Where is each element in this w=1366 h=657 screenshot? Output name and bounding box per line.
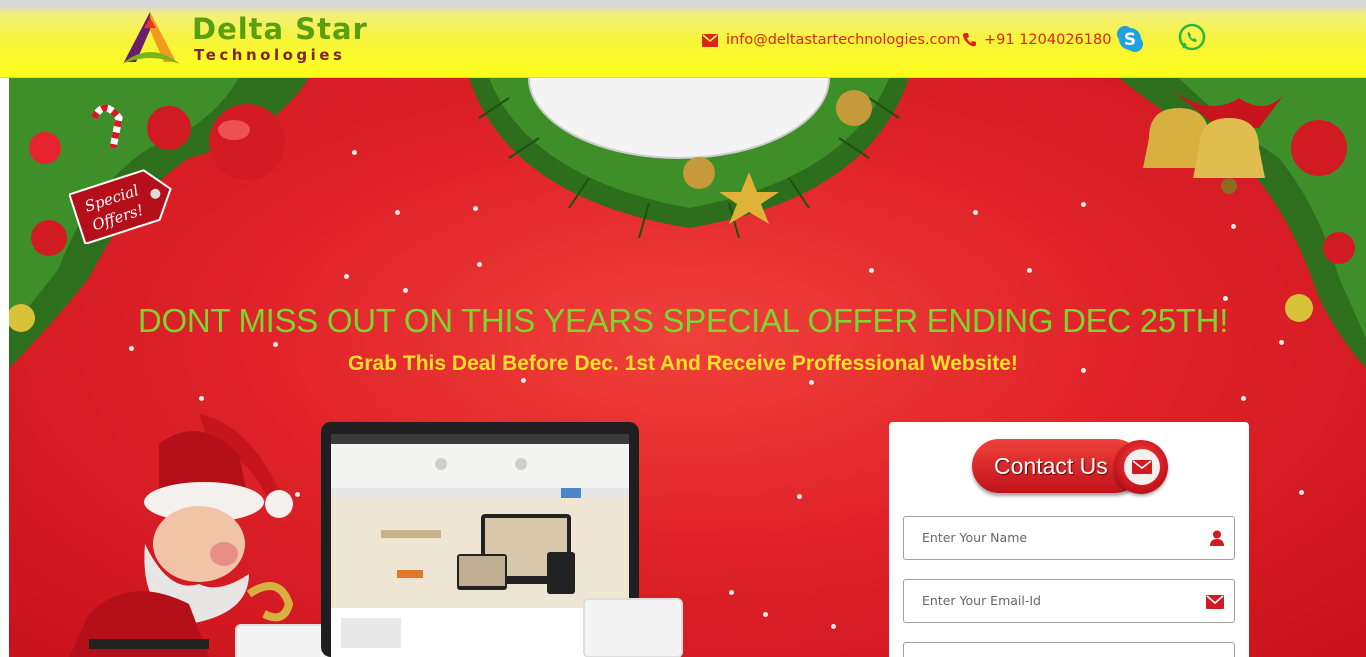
snowflake [809,380,814,385]
santa-illustration [69,414,294,657]
snowflake [831,624,836,629]
snowflake [869,268,874,273]
logo-title: Delta Star [192,12,368,46]
snowflake [199,396,204,401]
contact-form-card: Contact Us Enter Your Name Enter Your Em… [889,422,1249,657]
snowflake [521,378,526,383]
snowflake [729,590,734,595]
snowflake [1241,396,1246,401]
snowflake [477,262,482,267]
snowflake [1299,490,1304,495]
offer-subheadline: Grab This Deal Before Dec. 1st And Recei… [348,352,1018,375]
snowflake [763,612,768,617]
phone-number[interactable]: +91 1204026180 [984,32,1111,48]
christmas-banner: Special Offers! DONT MISS OUT ON THIS YE… [9,78,1366,657]
envelope-field-icon [1206,595,1224,609]
delta-star-logo-icon [122,12,180,64]
email-input[interactable]: Enter Your Email-Id [903,579,1235,623]
tablet-mockup-right [583,598,683,657]
contact-us-button[interactable]: Contact Us [972,439,1168,497]
wreath-decoration [469,78,909,239]
header-email[interactable]: info@deltastartechnologies.com [702,29,961,51]
offer-headline: DONT MISS OUT ON THIS YEARS SPECIAL OFFE… [137,302,1229,339]
skype-icon[interactable]: S [1116,25,1144,53]
snowflake [352,150,357,155]
name-input[interactable]: Enter Your Name [903,516,1235,560]
name-placeholder: Enter Your Name [922,530,1028,545]
special-offers-tag-icon: Special Offers! [69,169,172,244]
svg-text:S: S [1124,30,1136,50]
user-icon [1210,530,1224,546]
email-placeholder: Enter Your Email-Id [922,593,1041,608]
contact-us-label: Contact Us [994,453,1108,479]
header-phone[interactable]: +91 1204026180 [963,29,1111,51]
snowflake [1081,202,1086,207]
snowflake [973,210,978,215]
logo-subtitle: Technologies [194,46,346,64]
snowflake [344,274,349,279]
snowflake [1027,268,1032,273]
site-header: Delta Star Technologies info@deltastarte… [0,0,1366,78]
snowflake [403,288,408,293]
phone-input[interactable] [903,642,1235,657]
snowflake [395,210,400,215]
whatsapp-icon[interactable] [1178,23,1206,51]
left-margin-strip [0,78,9,657]
logo[interactable]: Delta Star Technologies [116,8,376,66]
phone-icon [963,33,976,47]
snowflake [797,494,802,499]
envelope-icon [702,33,718,47]
email-link[interactable]: info@deltastartechnologies.com [726,32,961,48]
mail-icon [1132,460,1152,474]
